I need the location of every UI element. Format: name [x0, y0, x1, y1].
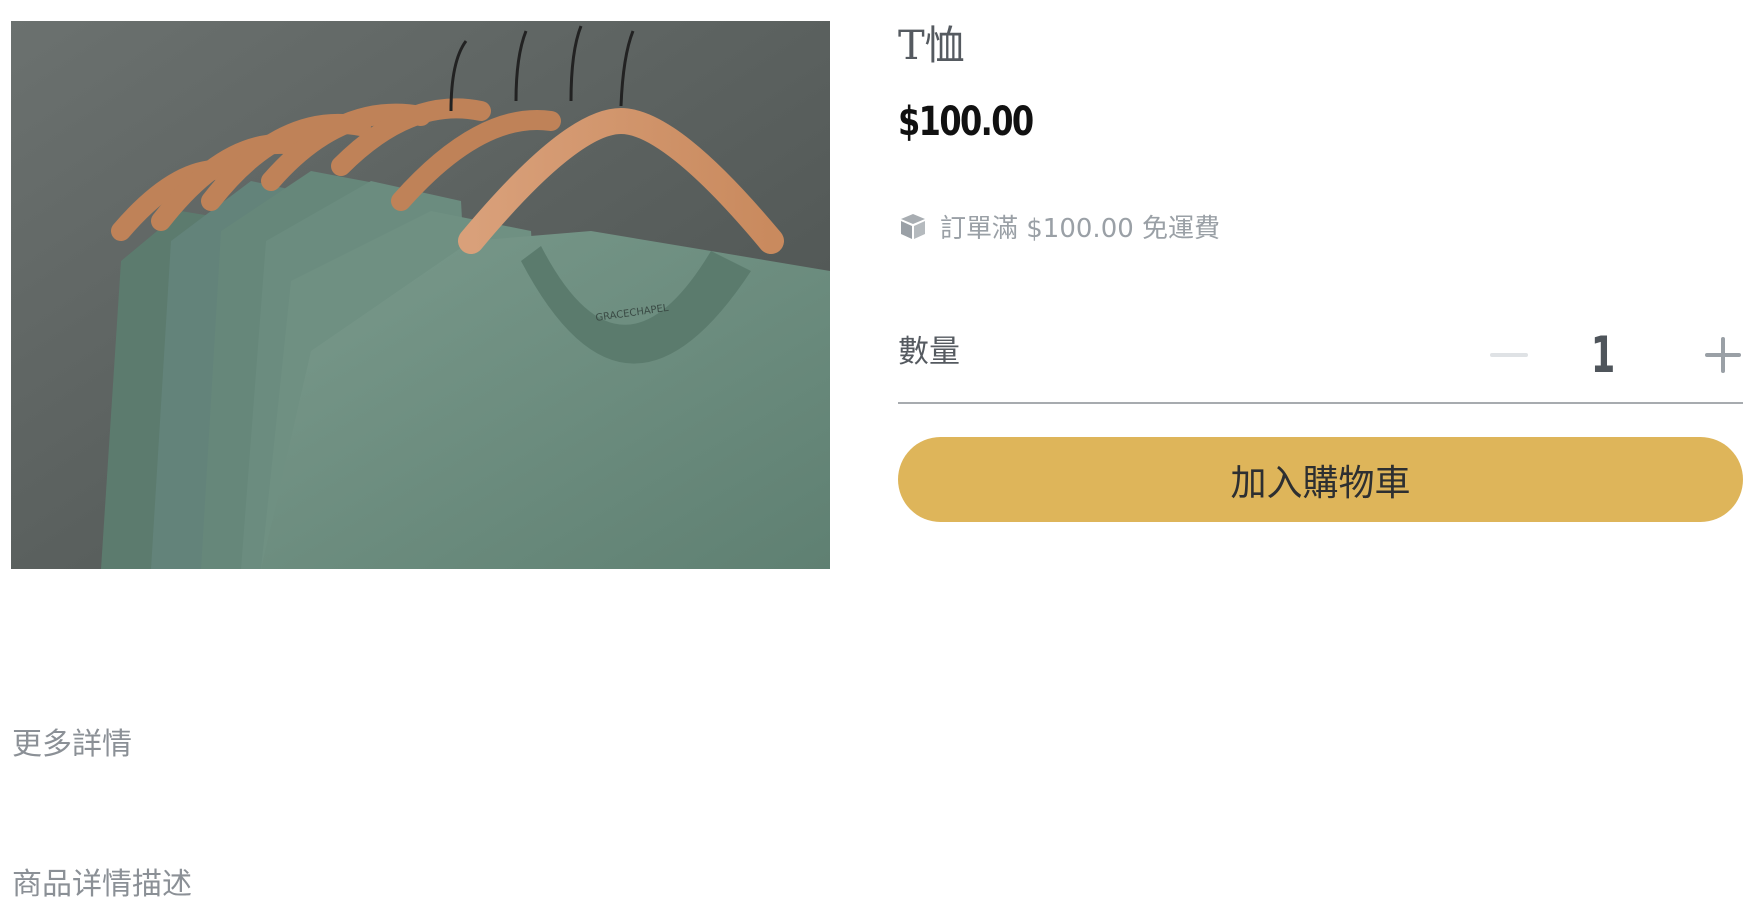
product-description: 商品详情描述	[12, 867, 192, 902]
quantity-value[interactable]: 1	[1586, 322, 1621, 388]
tshirt-photo: GRACECHAPEL	[11, 21, 830, 569]
minus-icon	[1490, 353, 1528, 357]
increase-quantity-button[interactable]	[1698, 320, 1748, 390]
free-shipping-text: 訂單滿 $100.00 免運費	[940, 213, 1221, 244]
product-image: GRACECHAPEL	[11, 21, 830, 569]
more-details-link[interactable]: 更多詳情	[12, 725, 132, 765]
box-icon	[898, 211, 928, 241]
free-shipping-notice: 訂單滿 $100.00 免運費	[898, 206, 1220, 246]
quantity-selector: 數量 1	[898, 320, 1743, 404]
product-price: $100.00	[898, 99, 1034, 145]
product-page: GRACECHAPEL T恤 $100.00 訂單滿 $100.00 免運費 數…	[0, 0, 1751, 909]
product-title: T恤	[898, 23, 965, 69]
decrease-quantity-button[interactable]	[1484, 320, 1534, 390]
quantity-label: 數量	[898, 334, 960, 370]
add-to-cart-button[interactable]: 加入購物車	[898, 437, 1743, 522]
